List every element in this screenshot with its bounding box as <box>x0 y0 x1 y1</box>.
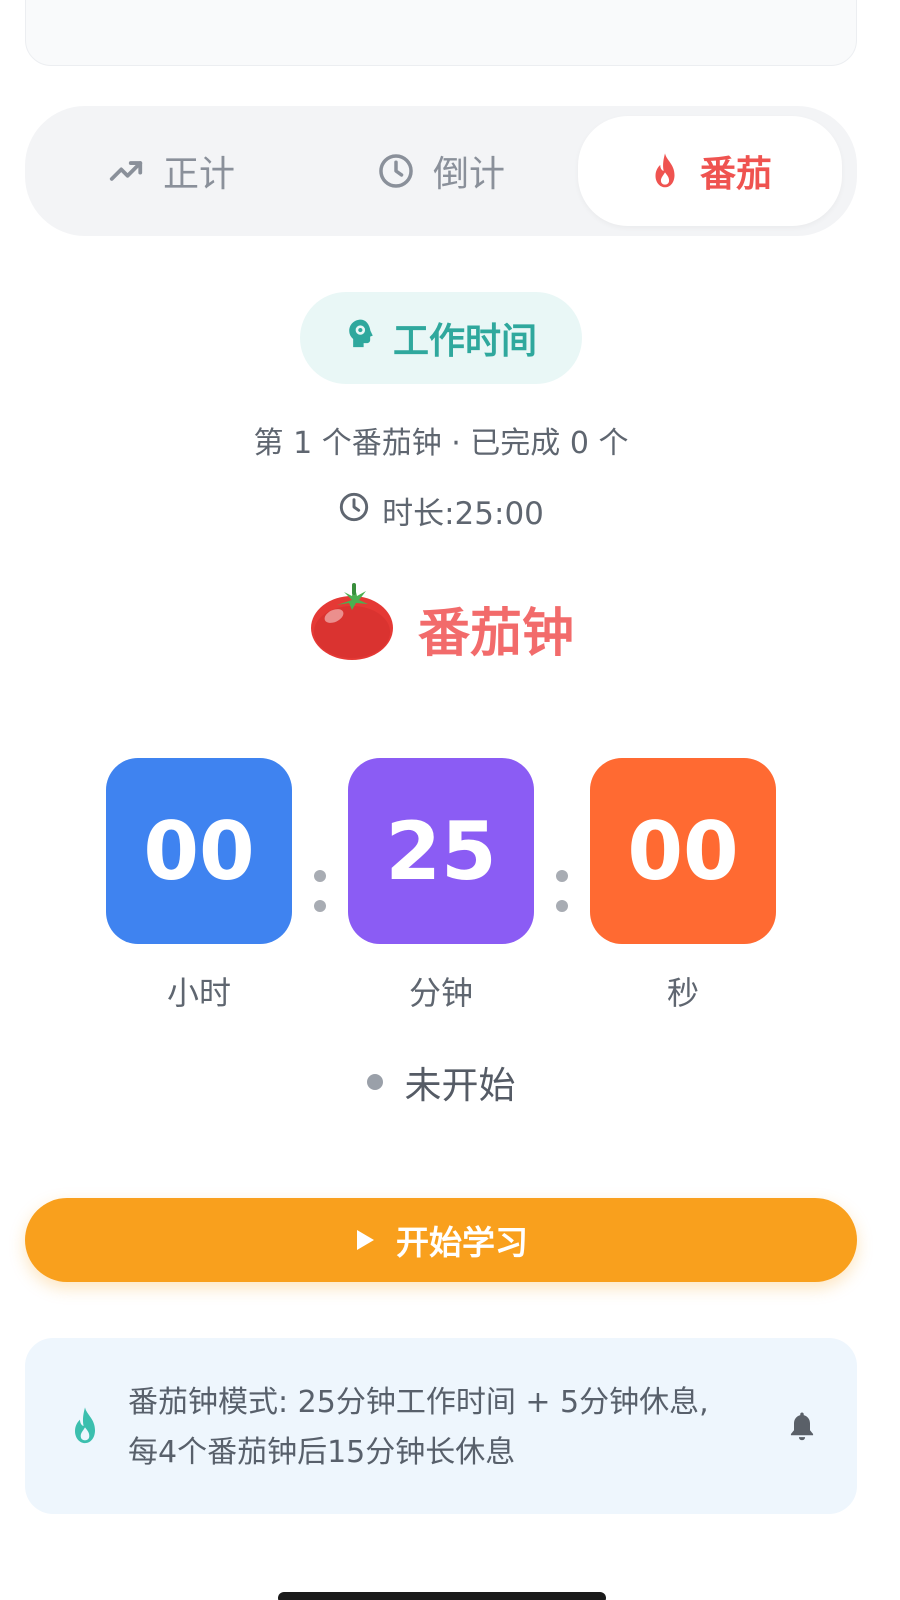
session-info: 第 1 个番茄钟 · 已完成 0 个 <box>253 426 629 461</box>
tab-countdown[interactable]: 倒计 <box>309 116 573 226</box>
clock-icon <box>377 152 415 190</box>
status-dot <box>366 1074 383 1090</box>
bell-icon[interactable] <box>787 1410 817 1446</box>
trending-up-icon <box>107 152 145 190</box>
mode-title: 番茄钟 <box>0 580 882 677</box>
play-icon <box>354 1221 376 1260</box>
timer-status: 未开始 <box>0 1055 882 1109</box>
flame-icon <box>648 152 682 190</box>
brain-gear-icon <box>345 317 377 360</box>
hours-display: 00 <box>106 758 292 944</box>
time-separator <box>556 870 568 930</box>
info-line: 番茄钟模式: 25分钟工作时间 + 5分钟休息, <box>128 1385 709 1420</box>
tab-count-up[interactable]: 正计 <box>39 116 303 226</box>
info-line: 每4个番茄钟后15分钟长休息 <box>128 1435 516 1470</box>
duration-info: 时长:25:00 <box>0 488 882 533</box>
time-separator <box>314 870 326 930</box>
tomato-icon <box>308 580 396 677</box>
mode-info-text: 番茄钟模式: 25分钟工作时间 + 5分钟休息, 每4个番茄钟后15分钟长休息 <box>128 1378 768 1478</box>
mode-title-text: 番茄钟 <box>417 604 574 664</box>
status-text: 未开始 <box>404 1064 516 1107</box>
phase-badge: 工作时间 <box>300 292 582 384</box>
mode-info-card: 番茄钟模式: 25分钟工作时间 + 5分钟休息, 每4个番茄钟后15分钟长休息 <box>25 1338 857 1514</box>
tab-label: 番茄 <box>699 154 772 195</box>
tab-label: 倒计 <box>432 154 505 195</box>
phase-label: 工作时间 <box>392 321 537 362</box>
tab-pomodoro[interactable]: 番茄 <box>578 116 842 226</box>
flame-icon <box>67 1406 103 1450</box>
seconds-display: 00 <box>590 758 776 944</box>
seconds-label: 秒 <box>666 974 699 1012</box>
minutes-display: 25 <box>348 758 534 944</box>
hours-label: 小时 <box>166 974 231 1012</box>
clock-icon <box>338 491 370 531</box>
start-button-label: 开始学习 <box>396 1223 528 1262</box>
top-card <box>25 0 857 66</box>
tab-label: 正计 <box>162 154 235 195</box>
start-study-button[interactable]: 开始学习 <box>25 1198 857 1282</box>
duration-text: 时长:25:00 <box>382 496 544 532</box>
mode-tabs: 正计 倒计 番茄 <box>25 106 857 236</box>
home-indicator <box>278 1592 606 1600</box>
minutes-label: 分钟 <box>408 974 473 1012</box>
pomodoro-screen: 正计 倒计 番茄 工作时间 第 1 个番茄钟 · 已完成 0 个 时长:25:0… <box>0 0 900 1600</box>
